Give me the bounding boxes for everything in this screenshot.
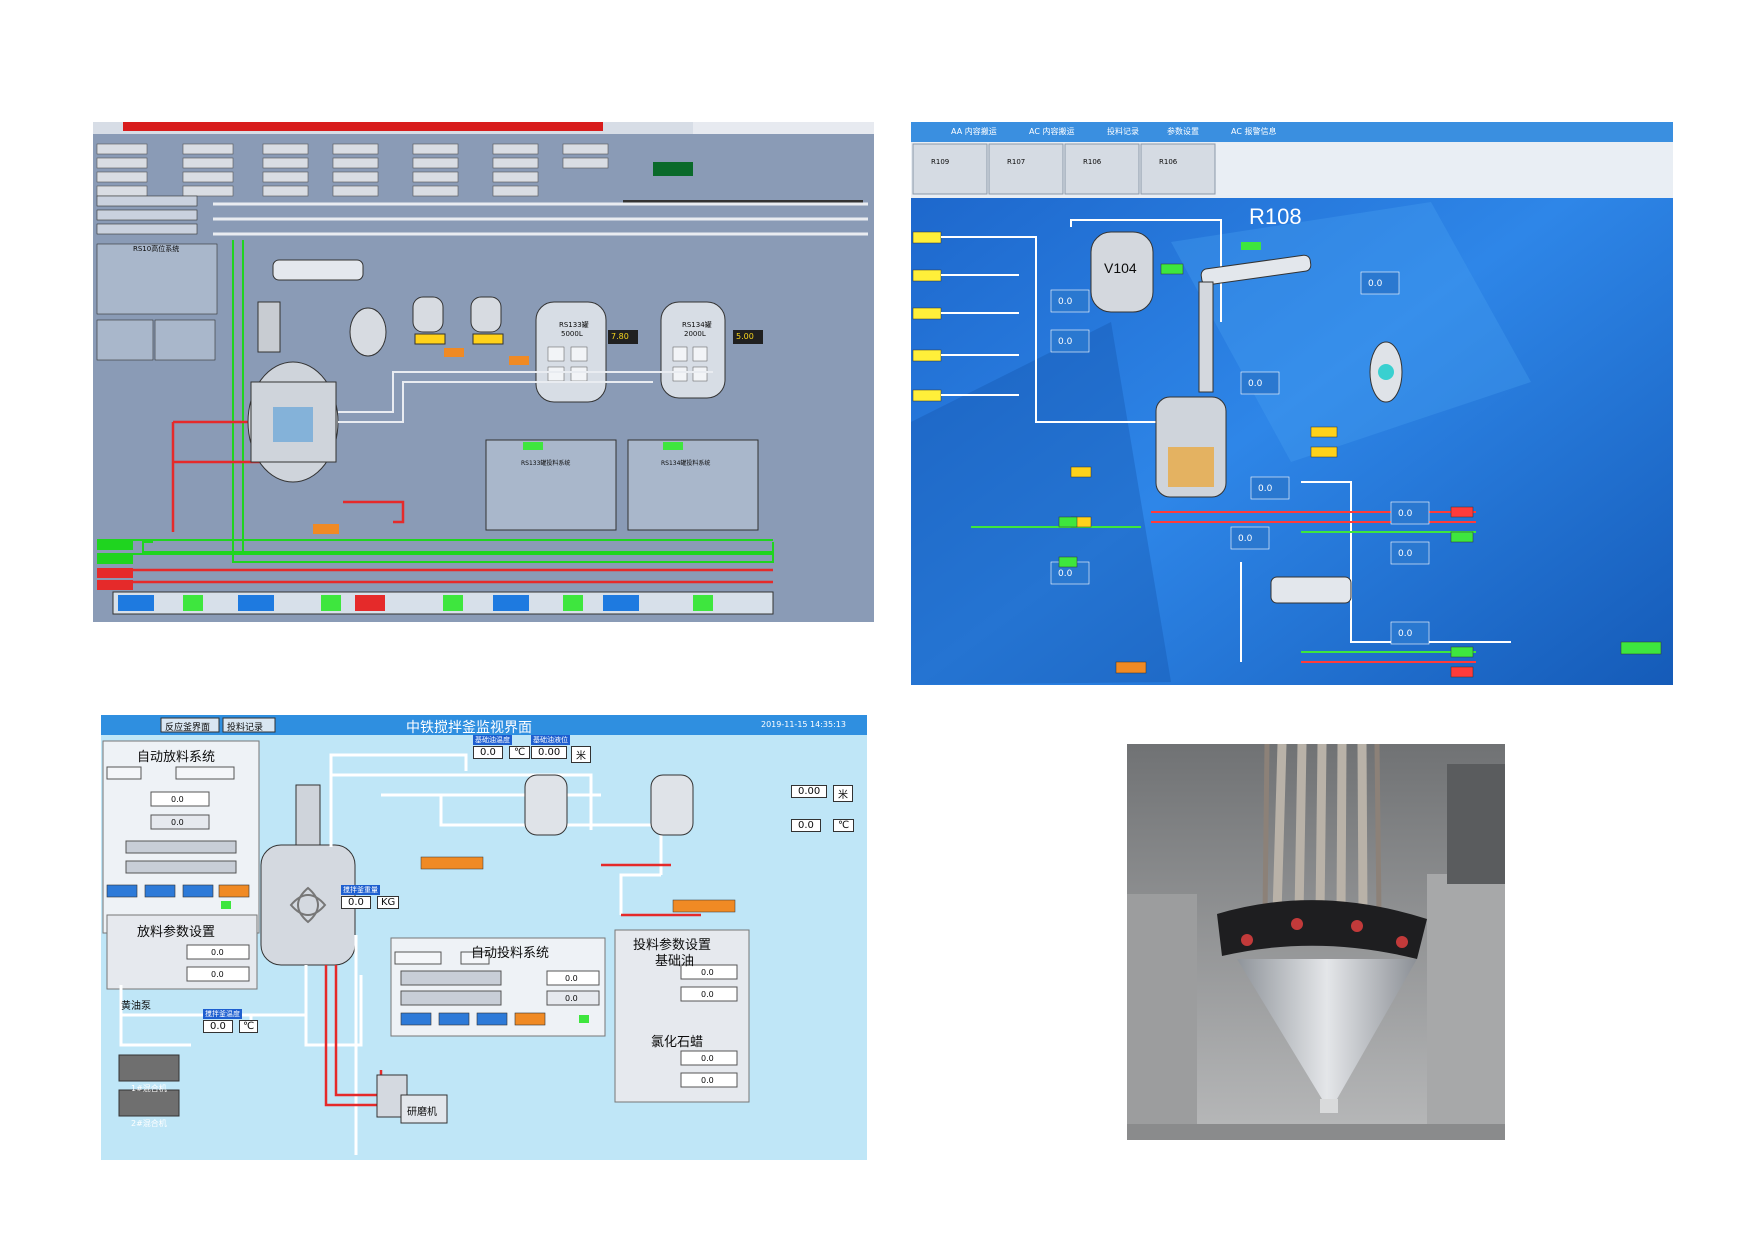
- dosing-system-rs134: RS134罐投料系统: [661, 460, 711, 467]
- tab-ac[interactable]: AC 内容搬运: [1029, 126, 1074, 137]
- tab-feed-records[interactable]: 投料记录: [227, 720, 263, 733]
- reactor-tile-r106b[interactable]: R106: [1159, 158, 1177, 166]
- readout-10: 0.0: [1368, 279, 1383, 289]
- scada-panel-reactor-overview: RS133罐 5000L RS134罐 2000L 7.80 5.00 RS10…: [93, 122, 874, 687]
- scada-diagram-c: [101, 715, 867, 1160]
- tab-alarms[interactable]: AC 报警信息: [1231, 126, 1276, 137]
- top-temp-label: 基础油温度: [473, 735, 512, 745]
- tab-kettle-view[interactable]: 反应釜界面: [165, 720, 210, 733]
- readout-9: 0.0: [1058, 569, 1073, 579]
- feed-setpoint-value[interactable]: 0.0: [565, 974, 578, 983]
- tab-parameters[interactable]: 参数设置: [1167, 126, 1199, 137]
- side-temp-unit: ℃: [833, 819, 855, 832]
- top-level-value: 0.00: [531, 746, 568, 759]
- datetime: 2019-11-15 14:35:13: [761, 720, 846, 729]
- tank-rs134-reading: 5.00: [736, 332, 754, 341]
- dosing-box-rs134: [627, 439, 759, 531]
- vessel-label: V104: [1104, 260, 1137, 276]
- reactor-tile-r107[interactable]: R107: [1007, 158, 1025, 166]
- kettle-temp-label: 搅拌釜温度: [203, 1009, 242, 1019]
- side-temp-value: 0.0: [791, 819, 821, 832]
- equipment-photo: [1127, 744, 1505, 1140]
- tank-rs133-reading: 7.80: [611, 332, 629, 341]
- chloro-paraffin-label: 氯化石蜡: [651, 1035, 704, 1050]
- dosing-box-rs133: [485, 439, 617, 531]
- auto-feed-title: 自动投料系统: [471, 946, 550, 961]
- dosing-system-rs133: RS133罐投料系统: [521, 460, 571, 467]
- discharge-param-2[interactable]: 0.0: [211, 970, 224, 979]
- tab-feed-records[interactable]: 投料记录: [1107, 126, 1139, 137]
- top-level-label: 基础油液位: [531, 735, 570, 745]
- scada-diagram-a: [93, 122, 874, 687]
- setpoint-value[interactable]: 0.0: [171, 795, 184, 804]
- tank-rs133-label: RS133罐: [559, 321, 589, 329]
- discharge-settings-title: 放料参数设置: [137, 925, 216, 940]
- reactor-title: R108: [1249, 204, 1302, 229]
- tank-rs133-capacity: 5000L: [561, 330, 583, 338]
- kettle-weight-value: 0.0: [341, 896, 371, 909]
- readout-3: 0.0: [1248, 379, 1263, 389]
- reactor-system-title: RS10高位系统: [133, 245, 180, 253]
- top-level-unit: 米: [571, 746, 591, 763]
- paraffin-param-1[interactable]: 0.0: [701, 1054, 714, 1063]
- kettle-temp-value: 0.0: [203, 1020, 233, 1033]
- actual-value: 0.0: [171, 818, 184, 827]
- tank-rs134-label: RS134罐: [682, 321, 712, 329]
- readout-2: 0.0: [1058, 337, 1073, 347]
- readout-5: 0.0: [1238, 534, 1253, 544]
- readout-7: 0.0: [1398, 549, 1413, 559]
- scada-panel-r108: AA 内容搬运 AC 内容搬运 投料记录 参数设置 AC 报警信息 R109 R…: [911, 122, 1673, 685]
- readout-1: 0.0: [1058, 297, 1073, 307]
- mixer-1-label: 1#混合机: [131, 1084, 167, 1093]
- top-temp-unit: ℃: [509, 746, 531, 759]
- readout-6: 0.0: [1398, 509, 1413, 519]
- photo-illustration: [1127, 744, 1505, 1140]
- base-oil-param-2[interactable]: 0.0: [701, 990, 714, 999]
- feed-actual-value: 0.0: [565, 994, 578, 1003]
- side-level-unit: 米: [833, 785, 853, 802]
- discharge-param-1[interactable]: 0.0: [211, 948, 224, 957]
- kettle-weight-unit: KG: [377, 896, 400, 909]
- base-oil-label: 基础油: [655, 954, 695, 969]
- top-temp-value: 0.0: [473, 746, 503, 759]
- kettle-weight-label: 搅拌釜重量: [341, 885, 380, 895]
- kettle-temp-unit: ℃: [239, 1020, 259, 1033]
- reactor-tile-r106a[interactable]: R106: [1083, 158, 1101, 166]
- auto-discharge-title: 自动放料系统: [137, 750, 216, 765]
- mill-label: 研磨机: [407, 1107, 437, 1118]
- alarm-banner: [123, 122, 603, 131]
- paraffin-param-2[interactable]: 0.0: [701, 1076, 714, 1085]
- reactor-tile-r109[interactable]: R109: [931, 158, 949, 166]
- base-oil-param-1[interactable]: 0.0: [701, 968, 714, 977]
- side-level-value: 0.00: [791, 785, 828, 798]
- scada-panel-stirring-kettle: 反应釜界面 投料记录 中铁搅拌釜监视界面 2019-11-15 14:35:13…: [101, 715, 867, 1160]
- readout-4: 0.0: [1258, 484, 1273, 494]
- pump-label: 黄油泵: [121, 1001, 151, 1012]
- page-title: 中铁搅拌釜监视界面: [406, 720, 532, 736]
- tab-aa[interactable]: AA 内容搬运: [951, 126, 997, 137]
- mixer-2-label: 2#混合机: [131, 1119, 167, 1128]
- tank-rs134-capacity: 2000L: [684, 330, 706, 338]
- readout-8: 0.0: [1398, 629, 1413, 639]
